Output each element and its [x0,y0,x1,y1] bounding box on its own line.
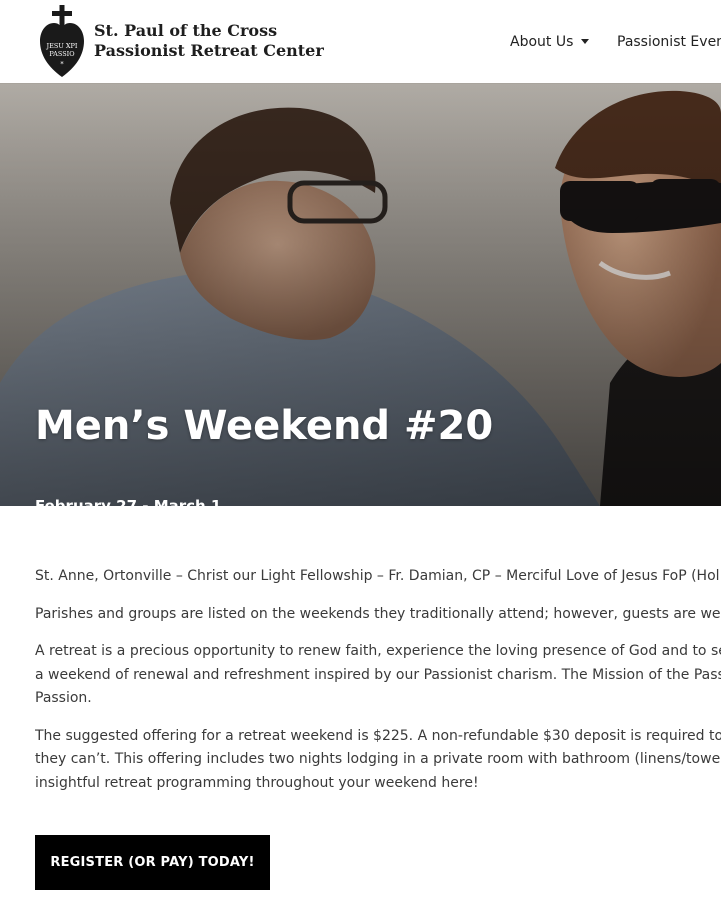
event-description: St. Anne, Ortonville – Christ our Light … [35,565,721,809]
parish-list-paragraph: St. Anne, Ortonville – Christ our Light … [35,568,720,584]
brand-line-1: St. Paul of the Cross [94,21,278,40]
site-header: JESU XPI PASSIO * St. Paul of the Cross … [0,0,721,83]
brand-name[interactable]: St. Paul of the Cross Passionist Retreat… [94,21,324,61]
offering-line-3: insightful retreat programming throughou… [35,774,479,791]
svg-text:PASSIO: PASSIO [49,50,74,58]
event-date: February 27 - March 1 [35,497,222,506]
retreat-description-line-1: A retreat is a precious opportunity to r… [35,643,721,659]
nav-passionist-events-label: Passionist Event [617,33,721,50]
svg-text:*: * [60,60,64,68]
nav-about-us[interactable]: About Us [510,0,590,83]
offering-line-1: The suggested offering for a retreat wee… [35,727,721,744]
svg-text:JESU XPI: JESU XPI [46,42,78,50]
nav-passionist-events[interactable]: Passionist Event [617,0,721,83]
page-title: Men’s Weekend #20 [35,403,494,449]
chevron-down-icon [581,39,590,44]
passionist-seal-icon: JESU XPI PASSIO * [40,5,84,77]
retreat-description-line-2: a weekend of renewal and refreshment ins… [35,666,721,683]
nav-about-us-label: About Us [510,33,574,50]
brand-line-2: Passionist Retreat Center [94,41,324,60]
offering-line-2: they can’t. This offering includes two n… [35,751,721,767]
retreat-description-line-3: Passion. [35,690,92,706]
guests-note-paragraph: Parishes and groups are listed on the we… [35,605,721,622]
site-logo-link[interactable]: JESU XPI PASSIO * St. Paul of the Cross … [38,3,324,79]
retreat-description-paragraph: A retreat is a precious opportunity to r… [35,640,721,711]
hero-banner: Men’s Weekend #20 February 27 - March 1 [0,83,721,506]
offering-paragraph: The suggested offering for a retreat wee… [35,725,721,796]
register-button[interactable]: REGISTER (OR PAY) TODAY! [35,835,270,890]
